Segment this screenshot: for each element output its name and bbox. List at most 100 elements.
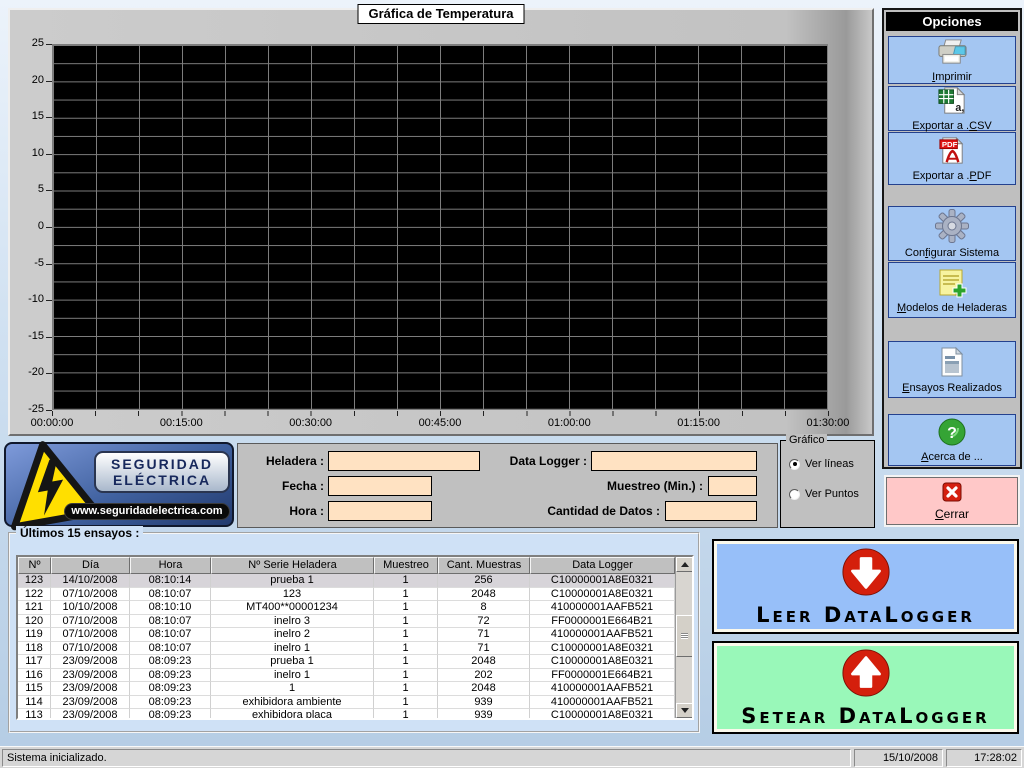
ensayos-table: NºDíaHoraNº Serie HeladeraMuestreoCant. … xyxy=(16,555,694,720)
pdf-button[interactable]: PDF Exportar a .PDF xyxy=(888,132,1016,185)
config-button[interactable]: Configurar Sistema xyxy=(888,206,1016,261)
acerca-button[interactable]: ?Acerca de ... xyxy=(888,414,1016,466)
svg-text:a,: a, xyxy=(955,102,964,114)
table-cell: 1 xyxy=(211,682,374,696)
table-row[interactable]: 11523/09/200808:09:23112048410000001AAFB… xyxy=(18,682,675,696)
modelos-button[interactable]: Modelos de Heladeras xyxy=(888,262,1016,318)
table-cell: 123 xyxy=(211,588,374,602)
y-axis-tick: 5 xyxy=(12,183,44,195)
table-cell: 256 xyxy=(438,574,530,588)
table-cell: FF0000001E664B21 xyxy=(530,669,675,683)
table-row[interactable]: 11423/09/200808:09:23exhibidora ambiente… xyxy=(18,696,675,710)
x-axis-tick: 00:45:00 xyxy=(400,417,480,429)
table-cell: 121 xyxy=(18,601,51,615)
table-cell: 08:09:23 xyxy=(130,655,211,669)
column-header[interactable]: Nº xyxy=(18,557,51,574)
imprimir-button[interactable]: Imprimir xyxy=(888,36,1016,84)
cerrar-button[interactable]: Cerrar xyxy=(886,477,1018,525)
hora-label: Hora : xyxy=(238,504,324,518)
heladera-field[interactable] xyxy=(328,451,480,471)
table-cell: exhibidora placa xyxy=(211,709,374,720)
y-axis-tick: 20 xyxy=(12,74,44,86)
leer-datalogger-label: Leer DataLogger xyxy=(756,603,975,627)
table-cell: 1 xyxy=(374,682,438,696)
table-cell: 08:09:23 xyxy=(130,682,211,696)
column-header[interactable]: Día xyxy=(51,557,130,574)
table-cell: C10000001A8E0321 xyxy=(530,655,675,669)
table-cell: 08:09:23 xyxy=(130,669,211,683)
table-cell: 23/09/2008 xyxy=(51,655,130,669)
cerrar-label: Cerrar xyxy=(935,507,969,521)
svg-text:?: ? xyxy=(947,425,957,442)
setear-datalogger-button[interactable]: Setear DataLogger xyxy=(712,641,1019,734)
column-header[interactable]: Cant. Muestras xyxy=(438,557,530,574)
grafico-group: Gráfico Ver líneasVer Puntos xyxy=(780,440,875,528)
table-cell: 08:10:07 xyxy=(130,588,211,602)
y-axis-tick: -10 xyxy=(12,293,44,305)
hora-field[interactable] xyxy=(328,501,432,521)
muestreo-field[interactable] xyxy=(708,476,757,496)
table-row[interactable]: 11323/09/200808:09:23exhibidora placa193… xyxy=(18,709,675,720)
table-scrollbar[interactable] xyxy=(675,557,692,718)
cantidad-datos-label: Cantidad de Datos : xyxy=(516,504,660,518)
column-header[interactable]: Data Logger xyxy=(530,557,675,574)
table-row[interactable]: 11623/09/200808:09:23inelro 11202FF00000… xyxy=(18,669,675,683)
temperature-chart-panel: Gráfica de Temperatura 2520151050-5-10-1… xyxy=(8,8,874,436)
column-header[interactable]: Hora xyxy=(130,557,211,574)
logo-line2: ELÉCTRICA xyxy=(98,472,226,488)
button-label: Exportar a .PDF xyxy=(913,170,992,182)
table-cell: inelro 1 xyxy=(211,642,374,656)
table-cell: 08:10:07 xyxy=(130,642,211,656)
table-row[interactable]: 12110/10/200808:10:10MT400**000012341841… xyxy=(18,601,675,615)
scrollbar-thumb[interactable] xyxy=(676,615,693,657)
leer-datalogger-button[interactable]: Leer DataLogger xyxy=(712,539,1019,634)
ensayos-button[interactable]: Ensayos Realizados xyxy=(888,341,1016,398)
data-logger-label: Data Logger : xyxy=(476,454,587,468)
help-icon: ? xyxy=(937,417,967,450)
x-axis-tick: 01:00:00 xyxy=(529,417,609,429)
table-row[interactable]: 12314/10/200808:10:14prueba 11256C100000… xyxy=(18,574,675,588)
button-label: Imprimir xyxy=(932,71,972,83)
table-cell: 71 xyxy=(438,642,530,656)
table-row[interactable]: 11807/10/200808:10:07inelro 1171C1000000… xyxy=(18,642,675,656)
table-cell: 119 xyxy=(18,628,51,642)
chart-title: Gráfica de Temperatura xyxy=(358,4,525,24)
table-cell: 1 xyxy=(374,628,438,642)
column-header[interactable]: Nº Serie Heladera xyxy=(211,557,374,574)
table-row[interactable]: 12007/10/200808:10:07inelro 3172FF000000… xyxy=(18,615,675,629)
table-cell: 1 xyxy=(374,642,438,656)
table-cell: 410000001AAFB521 xyxy=(530,628,675,642)
table-row[interactable]: 11907/10/200808:10:07inelro 217141000000… xyxy=(18,628,675,642)
table-cell: 939 xyxy=(438,709,530,720)
radio-button-icon[interactable] xyxy=(789,459,800,470)
table-cell: 410000001AAFB521 xyxy=(530,601,675,615)
x-axis-tick: 01:30:00 xyxy=(788,417,868,429)
pdf-icon: PDF xyxy=(937,135,968,169)
column-header[interactable]: Muestreo xyxy=(374,557,438,574)
chart-plot-area xyxy=(52,44,828,410)
svg-text:PDF: PDF xyxy=(941,140,957,149)
radio-ver-lineas[interactable]: Ver líneas xyxy=(789,458,854,470)
cantidad-datos-field[interactable] xyxy=(665,501,757,521)
table-row[interactable]: 11723/09/200808:09:23prueba 112048C10000… xyxy=(18,655,675,669)
table-cell: 123 xyxy=(18,574,51,588)
csv-button[interactable]: a,Exportar a .CSV xyxy=(888,86,1016,131)
x-axis-tickmarks xyxy=(52,411,829,416)
upload-arrow-icon xyxy=(841,648,891,701)
table-cell: 8 xyxy=(438,601,530,615)
data-logger-field[interactable] xyxy=(591,451,757,471)
scroll-down-button[interactable] xyxy=(676,703,693,718)
fecha-field[interactable] xyxy=(328,476,432,496)
scroll-up-button[interactable] xyxy=(676,557,693,572)
table-cell: 08:10:10 xyxy=(130,601,211,615)
table-cell: prueba 1 xyxy=(211,655,374,669)
table-cell: 202 xyxy=(438,669,530,683)
y-axis-tick: -20 xyxy=(12,366,44,378)
radio-button-icon[interactable] xyxy=(789,489,800,500)
setear-datalogger-label: Setear DataLogger xyxy=(741,704,989,728)
table-cell: MT400**00001234 xyxy=(211,601,374,615)
table-cell: 23/09/2008 xyxy=(51,682,130,696)
radio-ver-puntos[interactable]: Ver Puntos xyxy=(789,488,859,500)
table-row[interactable]: 12207/10/200808:10:0712312048C10000001A8… xyxy=(18,588,675,602)
x-axis-tick: 01:15:00 xyxy=(659,417,739,429)
